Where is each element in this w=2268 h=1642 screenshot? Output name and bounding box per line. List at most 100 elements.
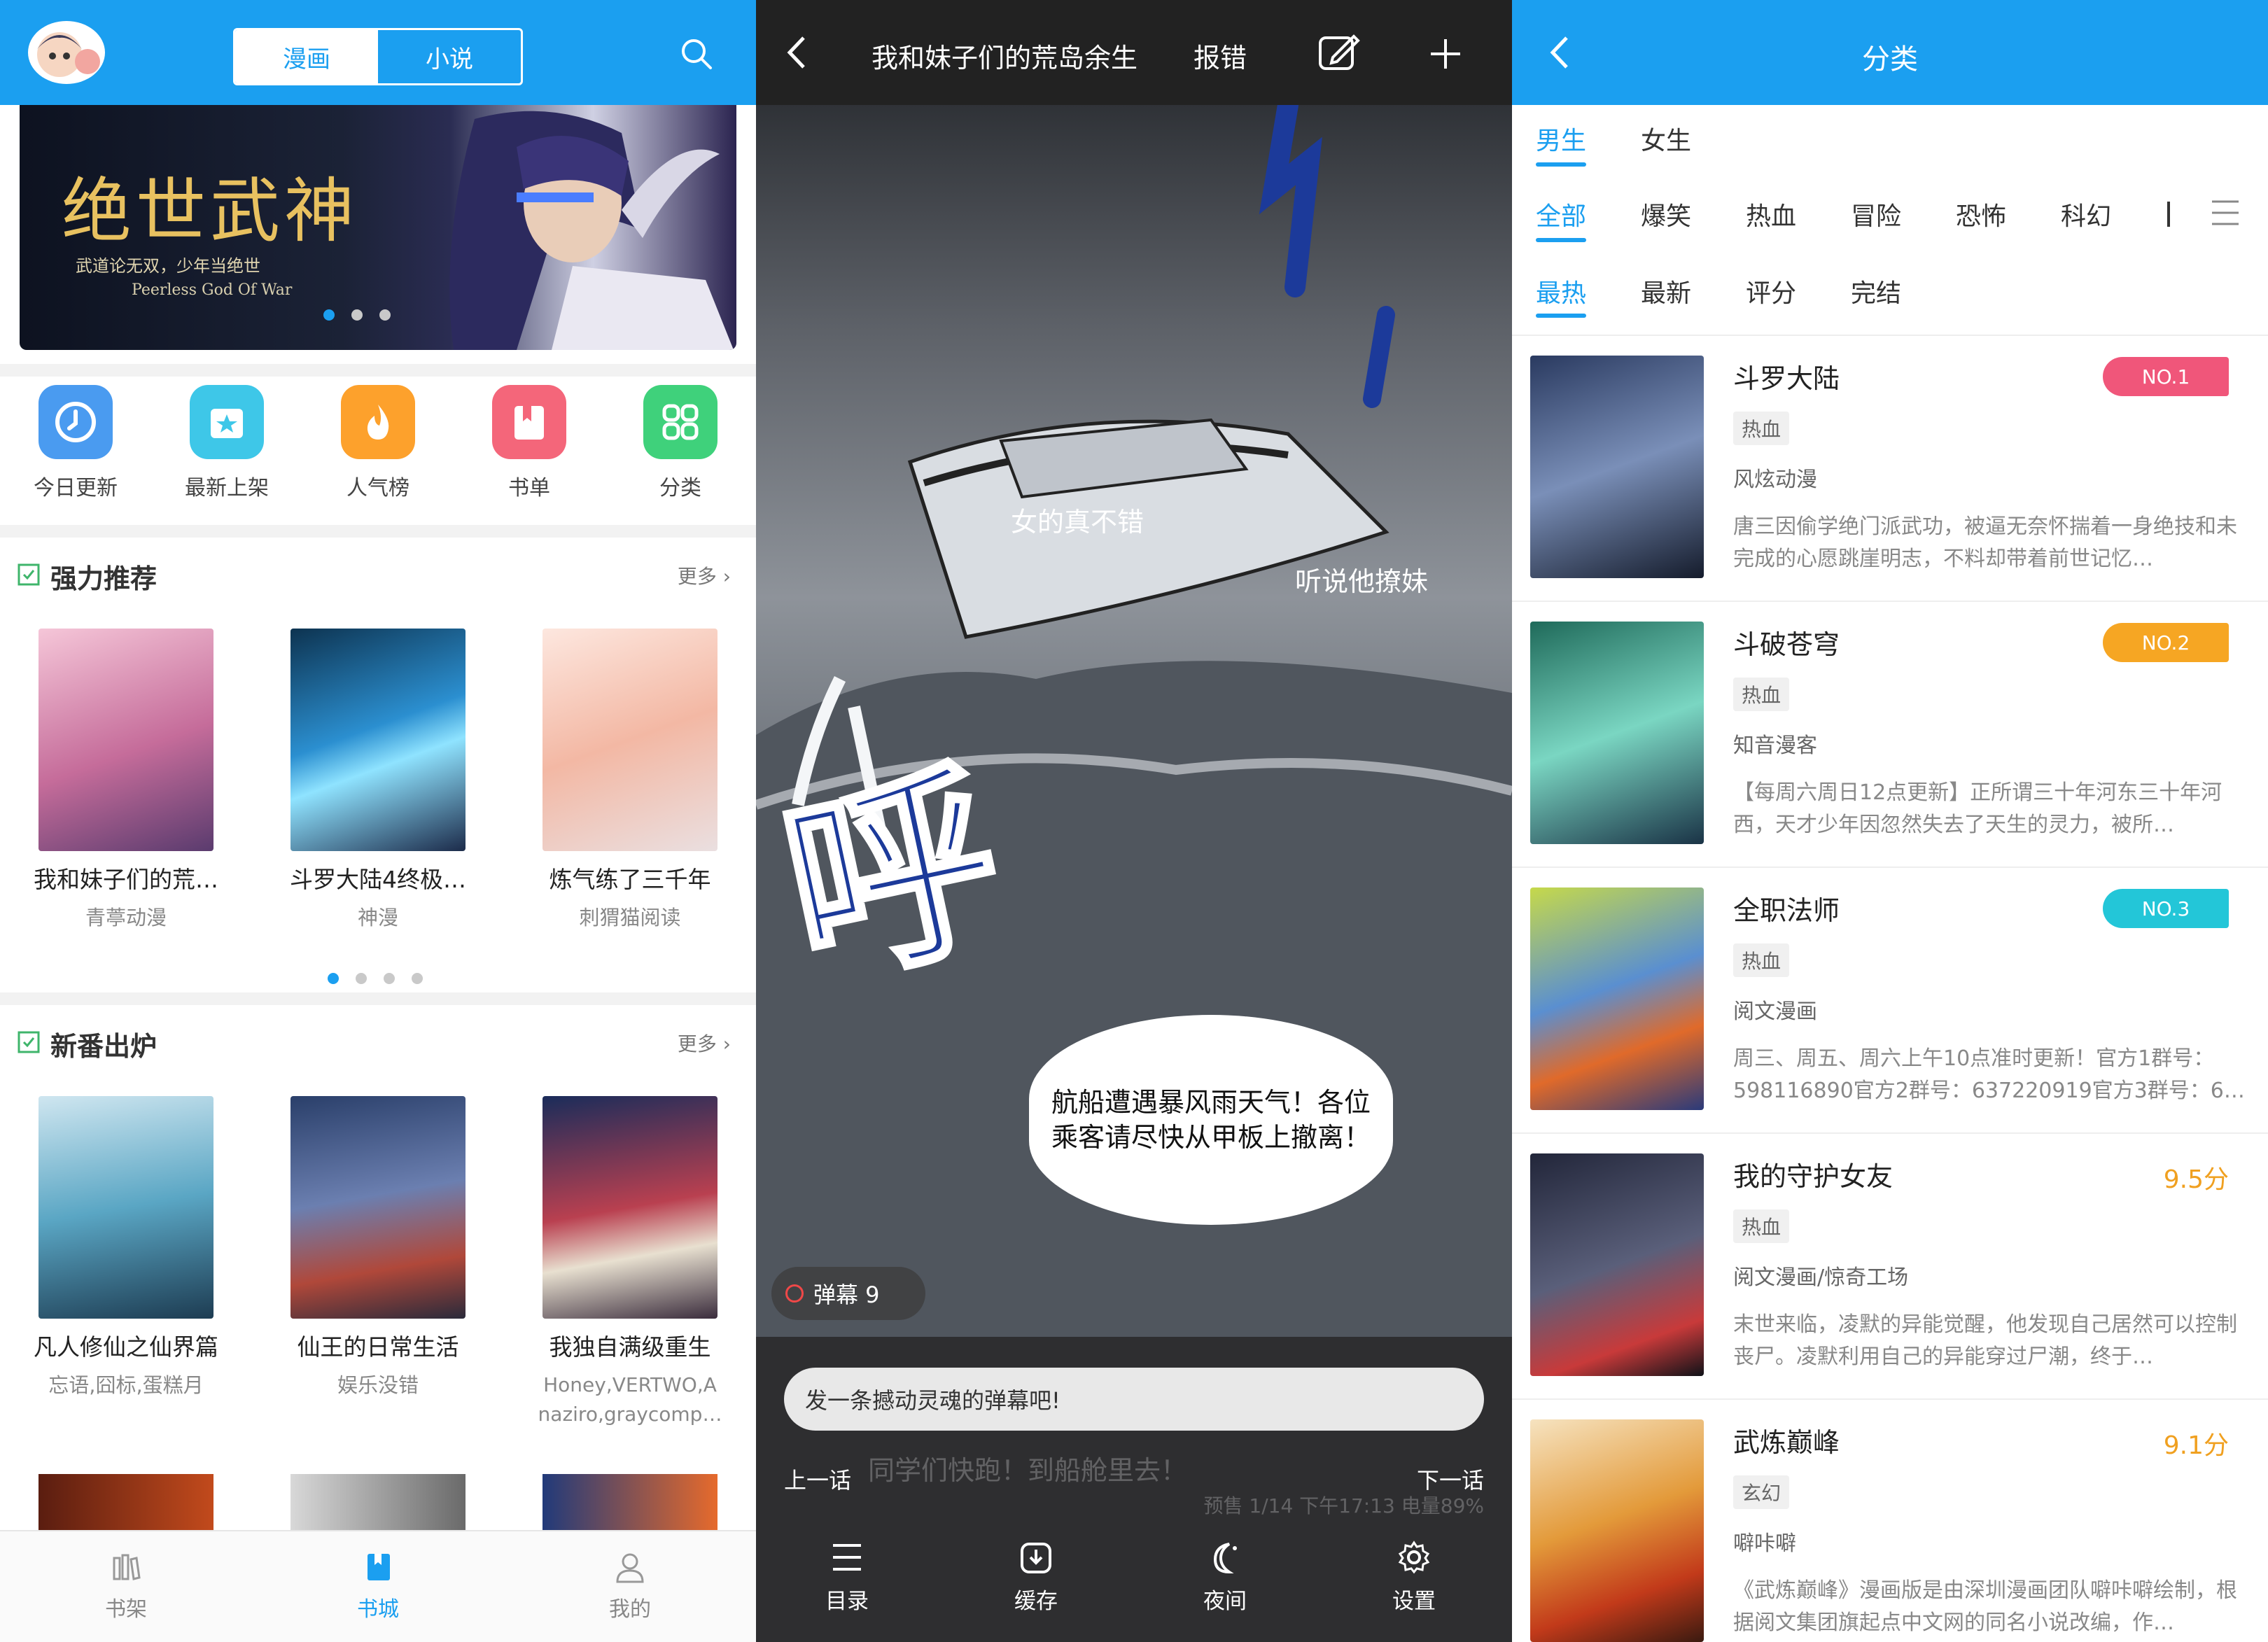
book-title: 我和妹子们的荒… [34, 866, 218, 893]
book-cover[interactable] [38, 1474, 214, 1530]
genre-hotblood[interactable]: 热血 [1746, 196, 1796, 232]
quick-popular[interactable]: 人气榜 [322, 385, 434, 501]
sort-new[interactable]: 最新 [1641, 273, 1691, 309]
toc-button[interactable]: 目录 [798, 1540, 896, 1615]
banner-subtitle: 武道论无双，少年当绝世 [76, 256, 260, 276]
danmaku-icon [785, 1284, 804, 1303]
shelf-icon [113, 1554, 141, 1580]
faint-caption: 同学们快跑！到船舱里去！ [868, 1455, 1188, 1486]
book-author: 青葶动漫 [85, 906, 167, 929]
download-icon [1021, 1543, 1051, 1573]
back-arrow-icon[interactable] [784, 35, 812, 70]
gender-underline [1536, 162, 1586, 167]
list-item[interactable]: 武炼巅峰 9.1分 玄幻 噼咔噼 《武炼巅峰》漫画版是由深圳漫画团队噼咔噼绘制，… [1512, 1400, 2268, 1642]
book-card[interactable]: 我独自满级重生 Honey,VERTWO,A naziro,graycomp… [525, 1096, 735, 1429]
more-link[interactable]: 更多 › [678, 561, 731, 589]
settings-button[interactable]: 设置 [1365, 1540, 1463, 1615]
genre-scifi[interactable]: 科幻 [2061, 196, 2111, 232]
book-title: 炼气练了三千年 [549, 866, 711, 893]
indicator-dot [356, 973, 367, 984]
sort-score[interactable]: 评分 [1746, 273, 1796, 309]
tab-comic[interactable]: 漫画 [235, 30, 378, 83]
indicator-dot [379, 309, 391, 321]
quick-label: 分类 [659, 476, 701, 500]
menu-icon[interactable] [2208, 197, 2243, 228]
home-header: 漫画 小说 [0, 0, 756, 105]
edit-icon[interactable] [1316, 31, 1362, 73]
book-cover[interactable] [542, 1474, 718, 1530]
book-cover [542, 1096, 718, 1319]
nav-bookstore[interactable]: 书城 [308, 1550, 448, 1622]
list-item[interactable]: 全职法师 NO.3 热血 阅文漫画 周三、周五、周六上午10点准时更新！官方1群… [1512, 868, 2268, 1134]
book-cover[interactable] [290, 1474, 465, 1530]
genre-all[interactable]: 全部 [1536, 196, 1586, 232]
book-card[interactable]: 斗罗大陆4终极… 神漫 [273, 629, 483, 932]
divider [0, 364, 756, 377]
book-cover [38, 1096, 214, 1319]
rating-score: 9.1分 [2163, 1431, 2229, 1460]
night-mode-button[interactable]: 夜间 [1176, 1540, 1274, 1615]
book-title: 我的守护女友 [1733, 1161, 1893, 1192]
rank-badge: NO.3 [2103, 889, 2229, 928]
section-header-recommend: 强力推荐 更多 › [17, 553, 738, 595]
genre-cutoff [2167, 202, 2176, 227]
book-cover [38, 629, 214, 851]
more-label: 更多 [677, 565, 717, 588]
genre-comedy[interactable]: 爆笑 [1641, 196, 1691, 232]
sort-finished[interactable]: 完结 [1851, 273, 1901, 309]
genre-tag: 热血 [1733, 1209, 1790, 1243]
book-description: 周三、周五、周六上午10点准时更新！官方1群号：598116890官方2群号：6… [1733, 1046, 2245, 1103]
quick-new-arrivals[interactable]: 最新上架 [171, 385, 283, 501]
section-title: 新番出炉 [50, 1031, 158, 1062]
banner-carousel[interactable]: 绝世武神 武道论无双，少年当绝世 Peerless God Of War [20, 105, 736, 350]
nav-label: 书架 [105, 1597, 147, 1622]
genre-adventure[interactable]: 冒险 [1851, 196, 1901, 232]
comic-page[interactable]: 呼 女的真不错 听说他撩妹 航船遭遇暴风雨天气！各位乘客请尽快从甲板上撤离！ [756, 105, 1512, 1337]
danmaku-toggle[interactable]: 弹幕 9 [771, 1267, 925, 1320]
book-author: 娱乐没错 [337, 1373, 419, 1397]
book-title: 斗罗大陆 [1733, 363, 1840, 394]
divider [0, 992, 756, 1005]
quick-today-updates[interactable]: 今日更新 [20, 385, 132, 501]
previous-chapter-button[interactable]: 上一话 [784, 1463, 851, 1495]
book-author: 刺猬猫阅读 [579, 906, 681, 929]
list-item[interactable]: 我的守护女友 9.5分 热血 阅文漫画/惊奇工场 末世来临，凌默的异能觉醒，他发… [1512, 1134, 2268, 1400]
book-cover [1530, 356, 1704, 578]
quick-booklist[interactable]: 书单 [473, 385, 585, 501]
section-icon [18, 563, 40, 586]
quick-label: 人气榜 [346, 476, 410, 500]
home-screen: 漫画 小说 绝世武神 武道论无双，少年当绝世 Peerless God Of W… [0, 0, 756, 1642]
nav-mine[interactable]: 我的 [560, 1550, 700, 1622]
book-author: 知音漫客 [1733, 734, 1817, 758]
quick-category[interactable]: 分类 [624, 385, 736, 501]
sort-hot[interactable]: 最热 [1536, 273, 1586, 309]
filter-female[interactable]: 女生 [1641, 120, 1691, 157]
book-card[interactable]: 仙王的日常生活 娱乐没错 [273, 1096, 483, 1400]
danmaku-input[interactable]: 发一条撼动灵魂的弹幕吧! [784, 1368, 1484, 1431]
category-screen: 分类 男生 女生 全部 爆笑 热血 冒险 恐怖 科幻 最热 最新 评分 完结 斗… [1512, 0, 2268, 1642]
tab-novel[interactable]: 小说 [378, 30, 521, 83]
nav-bookshelf[interactable]: 书架 [56, 1550, 196, 1622]
book-cover [542, 629, 718, 851]
filter-male[interactable]: 男生 [1536, 120, 1586, 157]
clock-icon [38, 385, 113, 459]
star-box-icon [190, 385, 264, 459]
more-link[interactable]: 更多 › [678, 1029, 731, 1057]
book-card[interactable]: 炼气练了三千年 刺猬猫阅读 [525, 629, 735, 932]
book-title: 凡人修仙之仙界篇 [34, 1333, 218, 1361]
book-card[interactable]: 我和妹子们的荒… 青葶动漫 [21, 629, 231, 932]
search-icon[interactable] [679, 36, 714, 71]
add-icon[interactable] [1428, 36, 1463, 71]
cache-button[interactable]: 缓存 [987, 1540, 1085, 1615]
avatar[interactable] [28, 21, 105, 84]
quick-entries: 今日更新 最新上架 人气榜 书单 分类 [0, 385, 756, 525]
genre-tag: 玄幻 [1733, 1475, 1790, 1509]
report-error-button[interactable]: 报错 [1194, 36, 1247, 75]
list-item[interactable]: 斗罗大陆 NO.1 热血 风炫动漫 唐三因偷学绝门派武功，被逼无奈怀揣着一身绝技… [1512, 336, 2268, 602]
list-item[interactable]: 斗破苍穹 NO.2 热血 知音漫客 【每周六周日12点更新】正所谓三十年河东三十… [1512, 602, 2268, 868]
danmaku-comment: 听说他撩妹 [1295, 566, 1429, 597]
book-title: 全职法师 [1733, 895, 1840, 926]
genre-horror[interactable]: 恐怖 [1956, 196, 2006, 232]
book-author: 神漫 [357, 906, 398, 929]
book-card[interactable]: 凡人修仙之仙界篇 忘语,囧标,蛋糕月 [21, 1096, 231, 1400]
